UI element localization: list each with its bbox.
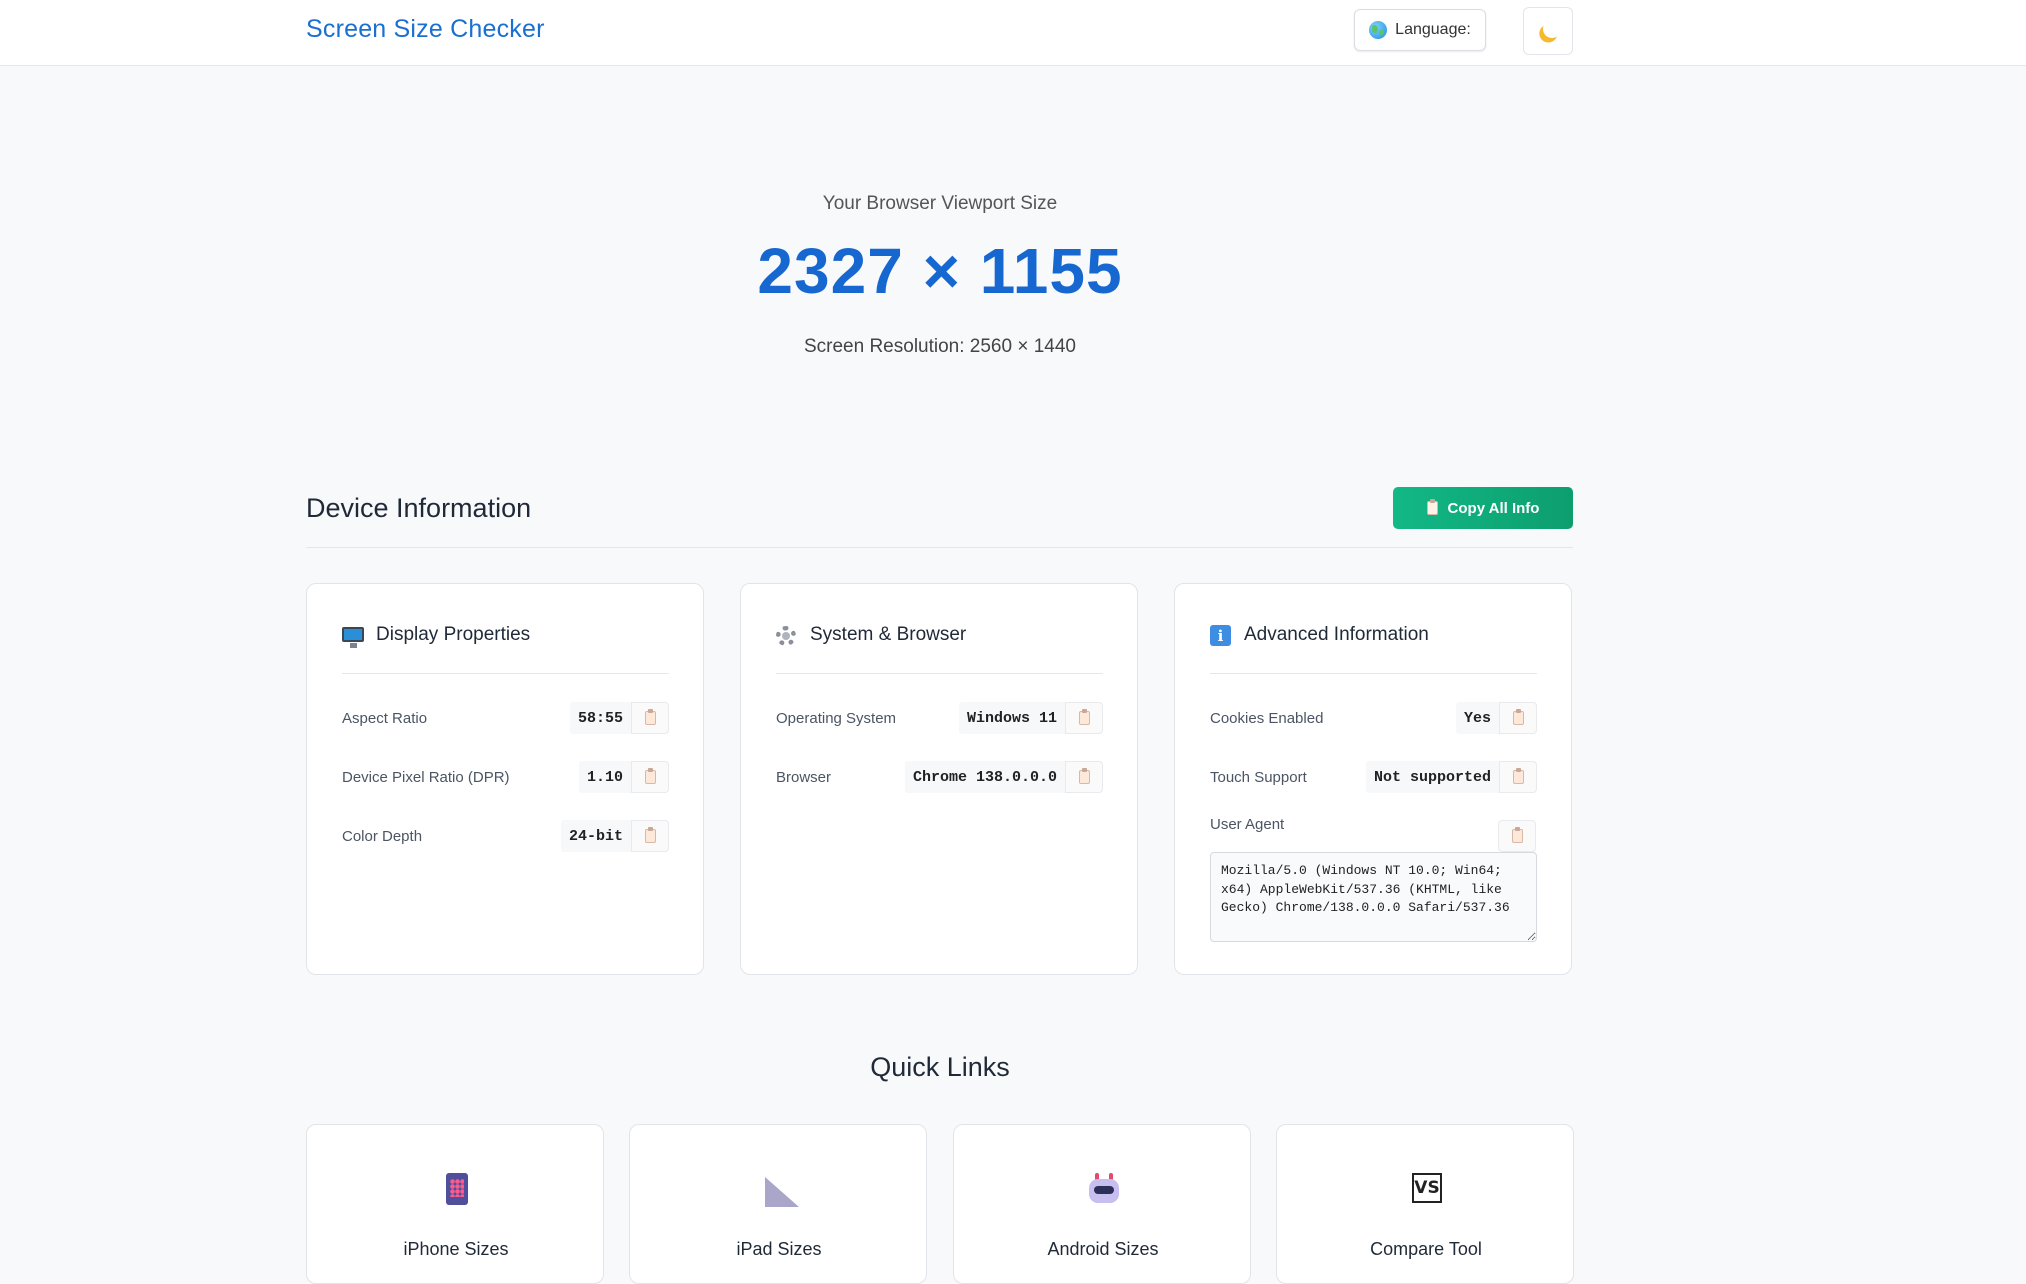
quick-link-label: iPad Sizes (736, 1239, 822, 1259)
site-brand-link[interactable]: Screen Size Checker (306, 15, 545, 44)
copy-button[interactable] (631, 702, 669, 734)
row-value: 24-bit (560, 820, 631, 852)
language-label: Language: (1395, 21, 1471, 38)
info-row-touch: Touch Support Not supported (1210, 761, 1537, 793)
card-header: i Advanced Information (1210, 624, 1537, 674)
row-label: Browser (776, 768, 832, 786)
quick-link-iphone[interactable]: iPhone Sizes (306, 1124, 604, 1284)
row-label: Cookies Enabled (1210, 709, 1324, 727)
row-label: Color Depth (342, 827, 423, 845)
row-label: Device Pixel Ratio (DPR) (342, 768, 510, 786)
quick-link-android[interactable]: Android Sizes (953, 1124, 1251, 1284)
row-value: Chrome 138.0.0.0 (904, 761, 1065, 793)
row-value: Windows 11 (958, 702, 1065, 734)
clipboard-icon (644, 768, 656, 784)
clipboard-icon (1078, 709, 1090, 725)
language-button[interactable]: Language: (1354, 9, 1486, 51)
ruler-icon (765, 1171, 799, 1207)
card-header: Display Properties (342, 624, 669, 674)
info-row-dpr: Device Pixel Ratio (DPR) 1.10 (342, 761, 669, 793)
quick-link-label: Android Sizes (1047, 1239, 1159, 1259)
info-row-aspect-ratio: Aspect Ratio 58:55 (342, 702, 669, 734)
clipboard-icon (1512, 768, 1524, 784)
quick-link-label: Compare Tool (1370, 1239, 1482, 1259)
viewport-size: 2327 × 1155 (757, 235, 1123, 307)
advanced-info-card: i Advanced Information Cookies Enabled Y… (1174, 583, 1572, 975)
viewport-label: Your Browser Viewport Size (822, 193, 1058, 214)
monitor-icon (342, 625, 364, 648)
info-row-os: Operating System Windows 11 (776, 702, 1103, 734)
copy-button[interactable] (1065, 702, 1103, 734)
copy-all-label: Copy All Info (1447, 499, 1540, 517)
copy-button[interactable] (631, 761, 669, 793)
card-title: System & Browser (810, 624, 967, 645)
copy-button[interactable] (631, 820, 669, 852)
quick-link-compare[interactable]: VS Compare Tool (1276, 1124, 1574, 1284)
quick-link-label: iPhone Sizes (403, 1239, 509, 1259)
clipboard-icon (1078, 768, 1090, 784)
phone-icon (442, 1171, 472, 1207)
vs-icon: VS (1412, 1171, 1442, 1207)
section-divider (306, 547, 1573, 548)
gear-icon (776, 625, 798, 647)
screen-resolution: Screen Resolution: 2560 × 1440 (803, 336, 1076, 357)
info-row-color-depth: Color Depth 24-bit (342, 820, 669, 852)
row-value: Yes (1455, 702, 1499, 734)
clipboard-icon (1511, 827, 1523, 843)
copy-button[interactable] (1499, 702, 1537, 734)
clipboard-icon (644, 709, 656, 725)
android-icon (1089, 1171, 1119, 1207)
clipboard-icon (1426, 499, 1438, 515)
row-label: Aspect Ratio (342, 709, 428, 727)
card-title: Advanced Information (1244, 624, 1429, 645)
user-agent-label: User Agent (1210, 816, 1285, 833)
card-header: System & Browser (776, 624, 1103, 674)
clipboard-icon (644, 827, 656, 843)
quick-links-title: Quick Links (870, 1052, 1010, 1082)
clipboard-icon (1512, 709, 1524, 725)
info-icon: i (1210, 625, 1232, 647)
theme-toggle-button[interactable] (1523, 7, 1573, 55)
globe-icon (1369, 21, 1388, 39)
card-title: Display Properties (376, 624, 531, 645)
copy-all-info-button[interactable]: Copy All Info (1393, 487, 1573, 529)
moon-icon (1540, 17, 1563, 40)
copy-button[interactable] (1499, 761, 1537, 793)
site-header: Screen Size Checker Language: (0, 0, 2026, 66)
user-agent-textarea[interactable]: Mozilla/5.0 (Windows NT 10.0; Win64; x64… (1210, 852, 1537, 942)
row-label: Operating System (776, 709, 897, 727)
row-label: Touch Support (1210, 768, 1307, 786)
system-browser-card: System & Browser Operating System Window… (740, 583, 1138, 975)
row-value: Not supported (1365, 761, 1499, 793)
row-value: 58:55 (569, 702, 631, 734)
row-value: 1.10 (578, 761, 631, 793)
copy-button[interactable] (1065, 761, 1103, 793)
copy-user-agent-button[interactable] (1498, 820, 1536, 852)
device-info-title: Device Information (306, 493, 532, 523)
display-properties-card: Display Properties Aspect Ratio 58:55 De… (306, 583, 704, 975)
info-row-cookies: Cookies Enabled Yes (1210, 702, 1537, 734)
quick-link-ipad[interactable]: iPad Sizes (629, 1124, 927, 1284)
info-row-browser: Browser Chrome 138.0.0.0 (776, 761, 1103, 793)
